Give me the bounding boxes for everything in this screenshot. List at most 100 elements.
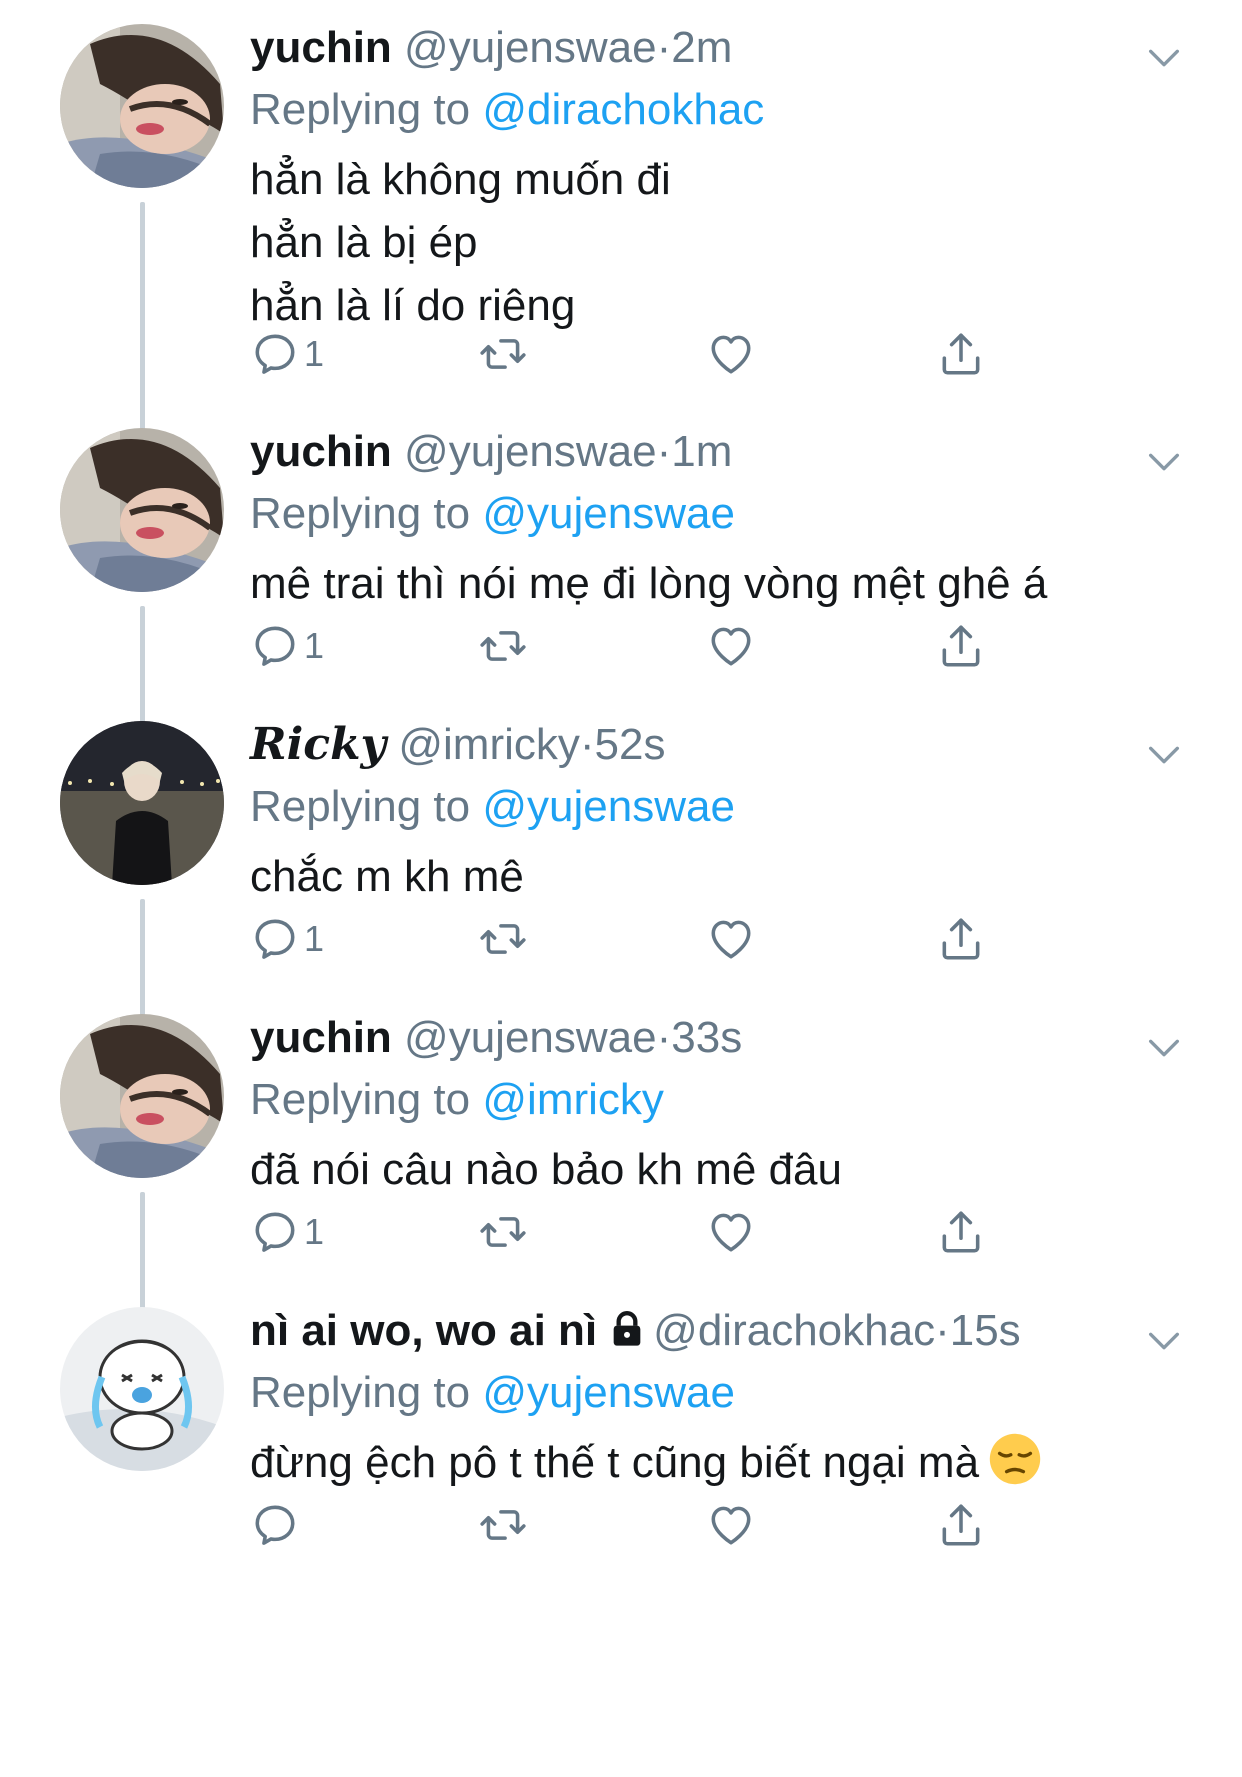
like-icon xyxy=(706,1500,756,1550)
thread-connector xyxy=(140,202,145,464)
separator: · xyxy=(656,23,672,72)
retweet-button[interactable] xyxy=(478,618,528,674)
replying-to: Replying to @yujenswae xyxy=(250,1365,735,1421)
tweet-header: yuchin @yujenswae·1m xyxy=(250,424,732,480)
share-icon xyxy=(936,1207,986,1257)
share-icon xyxy=(936,621,986,671)
replying-to: Replying to @yujenswae xyxy=(250,486,735,542)
tweet-text-line: đã nói câu nào bảo kh mê đâu xyxy=(250,1145,843,1194)
reply-button[interactable]: 1 xyxy=(250,618,324,674)
timestamp[interactable]: 15s xyxy=(950,1306,1021,1355)
share-icon xyxy=(936,914,986,964)
tweet-text-line: hẳn là bị ép xyxy=(250,218,478,267)
username-handle[interactable]: @dirachokhac xyxy=(653,1306,935,1355)
retweet-icon xyxy=(478,1207,528,1257)
mention-link[interactable]: @yujenswae xyxy=(482,1368,735,1417)
retweet-icon xyxy=(478,1500,528,1550)
mention-link[interactable]: @imricky xyxy=(482,1075,664,1124)
retweet-button[interactable] xyxy=(478,326,528,382)
replying-to-label: Replying to xyxy=(250,1368,471,1417)
tweet-text-line: hẳn là không muốn đi xyxy=(250,155,671,204)
like-button[interactable] xyxy=(706,618,756,674)
tweet-text: chắc m kh mê xyxy=(250,845,524,908)
chevron-down-icon[interactable] xyxy=(1144,1028,1184,1068)
tweet-actions: 1 xyxy=(250,618,1010,674)
share-button[interactable] xyxy=(936,1204,986,1260)
tweet-text-line: đừng ệch pô t thế t cũng biết ngại mà xyxy=(250,1431,1043,1494)
tweet-text-line: chắc m kh mê xyxy=(250,852,524,901)
retweet-button[interactable] xyxy=(478,911,528,967)
tweet-actions: 1 xyxy=(250,911,1010,967)
retweet-button[interactable] xyxy=(478,1204,528,1260)
separator: · xyxy=(935,1306,950,1355)
avatar[interactable] xyxy=(60,1014,224,1178)
replying-to: Replying to @yujenswae xyxy=(250,779,735,835)
like-button[interactable] xyxy=(706,911,756,967)
share-button[interactable] xyxy=(936,911,986,967)
mention-link[interactable]: @yujenswae xyxy=(482,782,735,831)
like-icon xyxy=(706,1207,756,1257)
tweet-header: yuchin @yujenswae·33s xyxy=(250,1010,742,1066)
like-icon xyxy=(706,914,756,964)
display-name[interactable]: yuchin xyxy=(250,1013,392,1062)
tweet-text-content: đừng ệch pô t thế t cũng biết ngại mà xyxy=(250,1438,980,1487)
display-name[interactable]: yuchin xyxy=(250,23,392,72)
username-handle[interactable]: @imricky xyxy=(398,720,580,769)
chevron-down-icon[interactable] xyxy=(1144,38,1184,78)
timestamp[interactable]: 1m xyxy=(671,427,732,476)
reply-button[interactable] xyxy=(250,1497,304,1553)
reply-icon xyxy=(250,621,300,671)
reply-icon xyxy=(250,914,300,964)
retweet-icon xyxy=(478,621,528,671)
pensive-face-emoji xyxy=(987,1431,1043,1487)
avatar-image xyxy=(60,428,224,592)
replying-to: Replying to @dirachokhac xyxy=(250,82,764,138)
share-button[interactable] xyxy=(936,1497,986,1553)
display-name[interactable]: Ricky xyxy=(250,719,386,770)
reply-button[interactable]: 1 xyxy=(250,1204,324,1260)
retweet-icon xyxy=(478,329,528,379)
chevron-down-icon[interactable] xyxy=(1144,735,1184,775)
username-handle[interactable]: @yujenswae xyxy=(404,427,657,476)
like-button[interactable] xyxy=(706,326,756,382)
display-name[interactable]: yuchin xyxy=(250,427,392,476)
like-icon xyxy=(706,621,756,671)
reply-button[interactable]: 1 xyxy=(250,326,324,382)
tweet-header: Ricky @imricky·52s xyxy=(250,717,666,773)
chevron-down-icon[interactable] xyxy=(1144,1321,1184,1361)
display-name[interactable]: nì ai wo, wo ai nì xyxy=(250,1306,597,1355)
like-button[interactable] xyxy=(706,1497,756,1553)
username-handle[interactable]: @yujenswae xyxy=(404,23,657,72)
reply-icon xyxy=(250,1207,300,1257)
timestamp[interactable]: 33s xyxy=(671,1013,742,1062)
avatar-image xyxy=(60,24,224,188)
avatar[interactable] xyxy=(60,721,224,885)
username-handle[interactable]: @yujenswae xyxy=(404,1013,657,1062)
avatar-image xyxy=(60,1014,224,1178)
tweet-text: đã nói câu nào bảo kh mê đâu xyxy=(250,1138,842,1201)
share-button[interactable] xyxy=(936,618,986,674)
share-icon xyxy=(936,1500,986,1550)
separator: · xyxy=(579,720,595,769)
reply-count: 1 xyxy=(304,918,325,959)
retweet-icon xyxy=(478,914,528,964)
reply-count: 1 xyxy=(304,1211,325,1252)
retweet-button[interactable] xyxy=(478,1497,528,1553)
share-icon xyxy=(936,329,986,379)
avatar-image xyxy=(60,1307,224,1471)
tweet-text: hẳn là không muốn đi hẳn là bị ép hẳn là… xyxy=(250,148,671,337)
avatar[interactable] xyxy=(60,1307,224,1471)
avatar[interactable] xyxy=(60,428,224,592)
share-button[interactable] xyxy=(936,326,986,382)
reply-button[interactable]: 1 xyxy=(250,911,324,967)
mention-link[interactable]: @dirachokhac xyxy=(482,85,764,134)
chevron-down-icon[interactable] xyxy=(1144,442,1184,482)
timestamp[interactable]: 2m xyxy=(671,23,732,72)
like-icon xyxy=(706,329,756,379)
like-button[interactable] xyxy=(706,1204,756,1260)
replying-to-label: Replying to xyxy=(250,489,471,538)
timestamp[interactable]: 52s xyxy=(595,720,666,769)
avatar[interactable] xyxy=(60,24,224,188)
tweet-actions: 1 xyxy=(250,1204,1010,1260)
mention-link[interactable]: @yujenswae xyxy=(482,489,735,538)
